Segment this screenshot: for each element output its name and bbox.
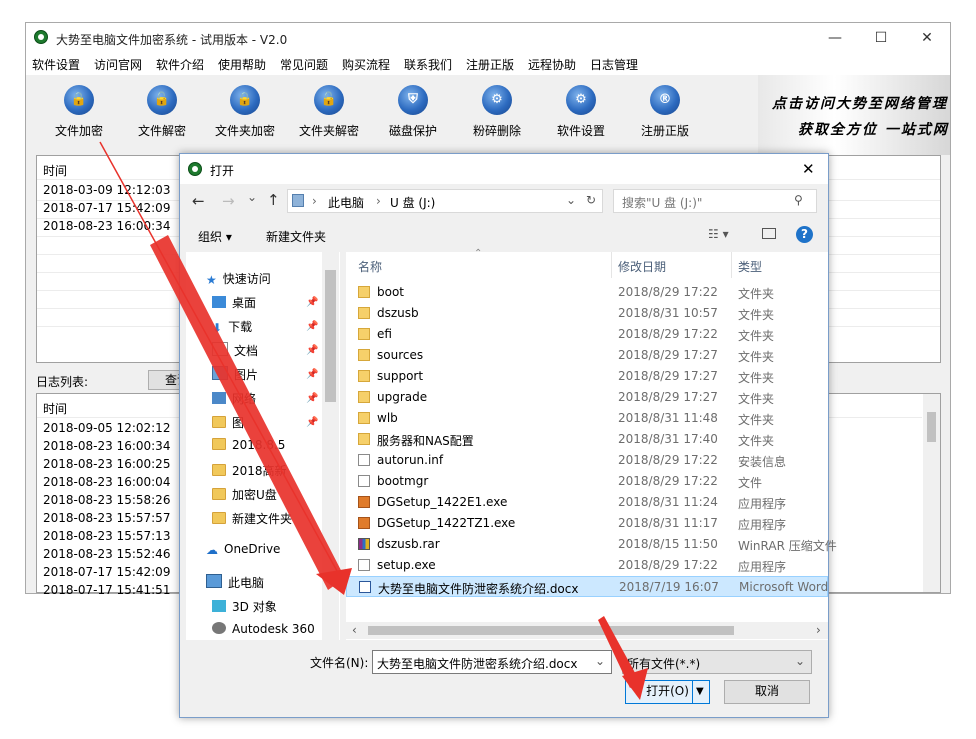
annotation-arrows bbox=[99, 141, 648, 700]
arrow-body-1 bbox=[150, 235, 345, 590]
